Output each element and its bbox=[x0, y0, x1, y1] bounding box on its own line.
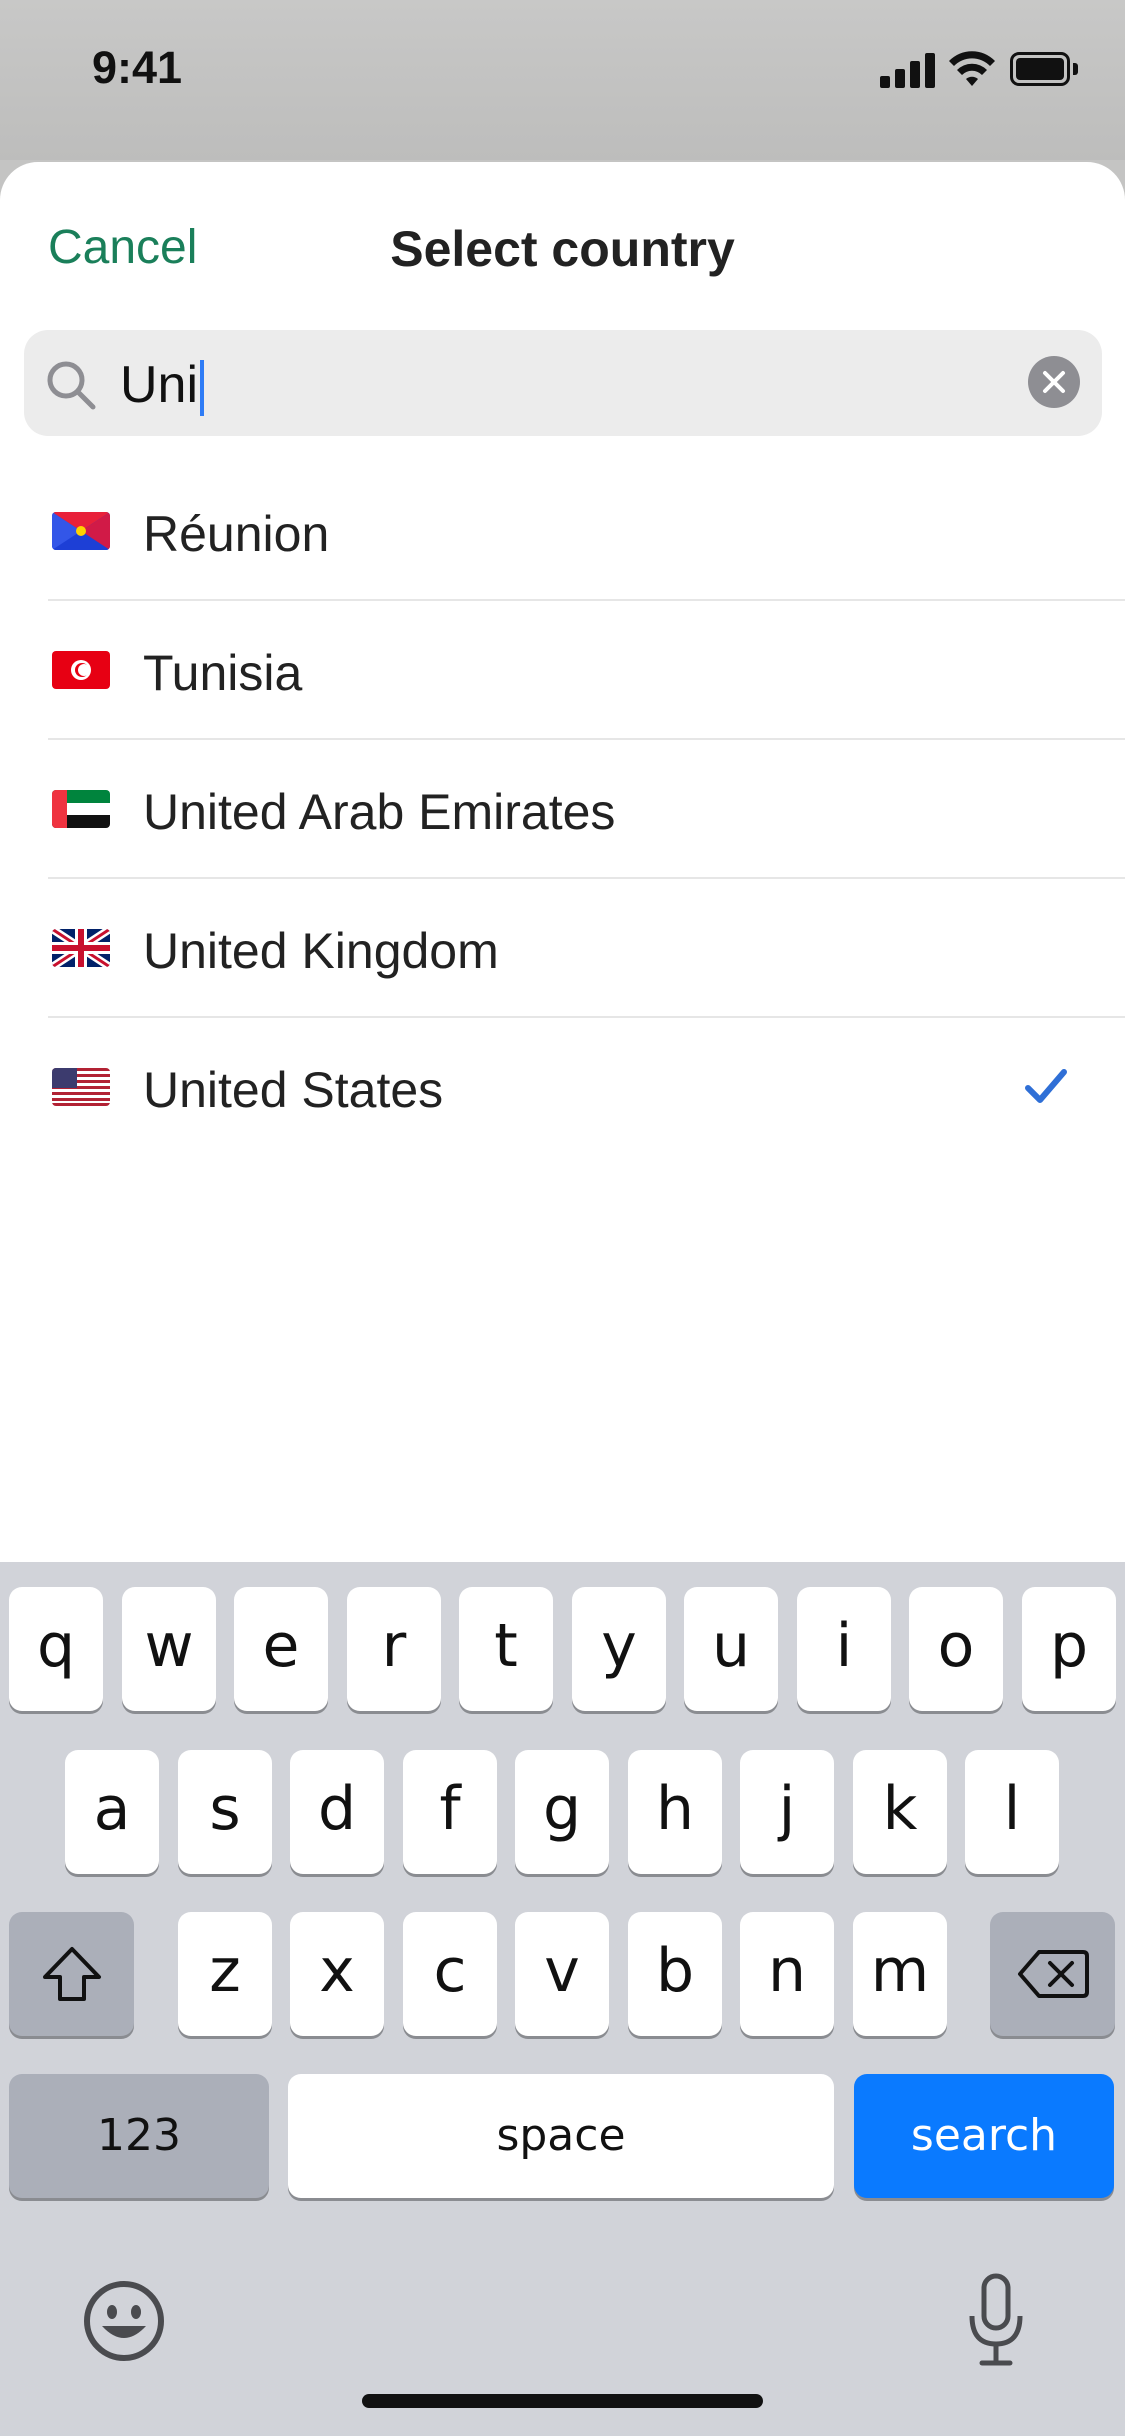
tunisia-flag-icon bbox=[52, 651, 110, 689]
country-row-reunion[interactable]: Réunion bbox=[0, 462, 1125, 601]
search-input[interactable]: Uni bbox=[120, 355, 205, 417]
uae-flag-icon bbox=[52, 790, 110, 828]
key-m[interactable]: m bbox=[853, 1912, 947, 2036]
us-flag-icon bbox=[52, 1068, 110, 1106]
shift-key[interactable] bbox=[9, 1912, 134, 2036]
checkmark-icon bbox=[1025, 1069, 1067, 1103]
country-name: Tunisia bbox=[143, 645, 303, 701]
search-input-value: Uni bbox=[120, 356, 199, 414]
battery-icon bbox=[1010, 52, 1080, 86]
country-row-united-kingdom[interactable]: United Kingdom bbox=[0, 879, 1125, 1018]
key-f[interactable]: f bbox=[403, 1750, 497, 1874]
key-s[interactable]: s bbox=[178, 1750, 272, 1874]
key-n[interactable]: n bbox=[740, 1912, 834, 2036]
search-key[interactable]: search bbox=[854, 2074, 1114, 2198]
cellular-signal-icon bbox=[880, 52, 936, 88]
clear-icon bbox=[1043, 371, 1065, 393]
numbers-key[interactable]: 123 bbox=[9, 2074, 269, 2198]
microphone-icon[interactable] bbox=[966, 2272, 1026, 2368]
key-e[interactable]: e bbox=[234, 1587, 328, 1711]
key-v[interactable]: v bbox=[515, 1912, 609, 2036]
key-h[interactable]: h bbox=[628, 1750, 722, 1874]
text-cursor bbox=[200, 360, 205, 417]
key-z[interactable]: z bbox=[178, 1912, 272, 2036]
key-x[interactable]: x bbox=[290, 1912, 384, 2036]
key-p[interactable]: p bbox=[1022, 1587, 1116, 1711]
key-c[interactable]: c bbox=[403, 1912, 497, 2036]
key-l[interactable]: l bbox=[965, 1750, 1059, 1874]
emoji-icon[interactable] bbox=[83, 2280, 165, 2362]
country-row-united-states[interactable]: United States bbox=[0, 1018, 1125, 1157]
key-q[interactable]: q bbox=[9, 1587, 103, 1711]
key-r[interactable]: r bbox=[347, 1587, 441, 1711]
search-field[interactable]: Uni bbox=[24, 330, 1102, 436]
key-b[interactable]: b bbox=[628, 1912, 722, 2036]
status-time: 9:41 bbox=[92, 42, 183, 93]
key-t[interactable]: t bbox=[459, 1587, 553, 1711]
country-name: Réunion bbox=[143, 506, 330, 562]
key-k[interactable]: k bbox=[853, 1750, 947, 1874]
search-icon bbox=[47, 361, 96, 410]
key-j[interactable]: j bbox=[740, 1750, 834, 1874]
key-w[interactable]: w bbox=[122, 1587, 216, 1711]
home-indicator bbox=[362, 2394, 763, 2408]
select-country-sheet: Cancel Select country Uni Réunion Tunisi… bbox=[0, 162, 1125, 1562]
country-name: United States bbox=[143, 1062, 444, 1118]
key-o[interactable]: o bbox=[909, 1587, 1003, 1711]
backspace-key[interactable] bbox=[990, 1912, 1115, 2036]
shift-icon bbox=[42, 1947, 101, 2001]
uk-flag-icon bbox=[52, 929, 110, 967]
key-i[interactable]: i bbox=[797, 1587, 891, 1711]
backspace-icon bbox=[1017, 1950, 1089, 1998]
country-row-united-arab-emirates[interactable]: United Arab Emirates bbox=[0, 740, 1125, 879]
page-title: Select country bbox=[390, 221, 735, 277]
key-u[interactable]: u bbox=[684, 1587, 778, 1711]
reunion-flag-icon bbox=[52, 512, 110, 550]
key-d[interactable]: d bbox=[290, 1750, 384, 1874]
status-bar: 9:41 bbox=[0, 0, 1125, 160]
keyboard: q w e r t y u i o p a s d f g h j k l z … bbox=[0, 1562, 1125, 2436]
clear-search-button[interactable] bbox=[1028, 356, 1080, 408]
country-name: United Arab Emirates bbox=[143, 784, 616, 840]
wifi-icon bbox=[949, 51, 995, 86]
key-a[interactable]: a bbox=[65, 1750, 159, 1874]
key-y[interactable]: y bbox=[572, 1587, 666, 1711]
space-key[interactable]: space bbox=[288, 2074, 834, 2198]
key-g[interactable]: g bbox=[515, 1750, 609, 1874]
country-list: Réunion Tunisia United Arab Emirates Uni… bbox=[0, 462, 1125, 1157]
country-name: United Kingdom bbox=[143, 923, 499, 979]
country-row-tunisia[interactable]: Tunisia bbox=[0, 601, 1125, 740]
